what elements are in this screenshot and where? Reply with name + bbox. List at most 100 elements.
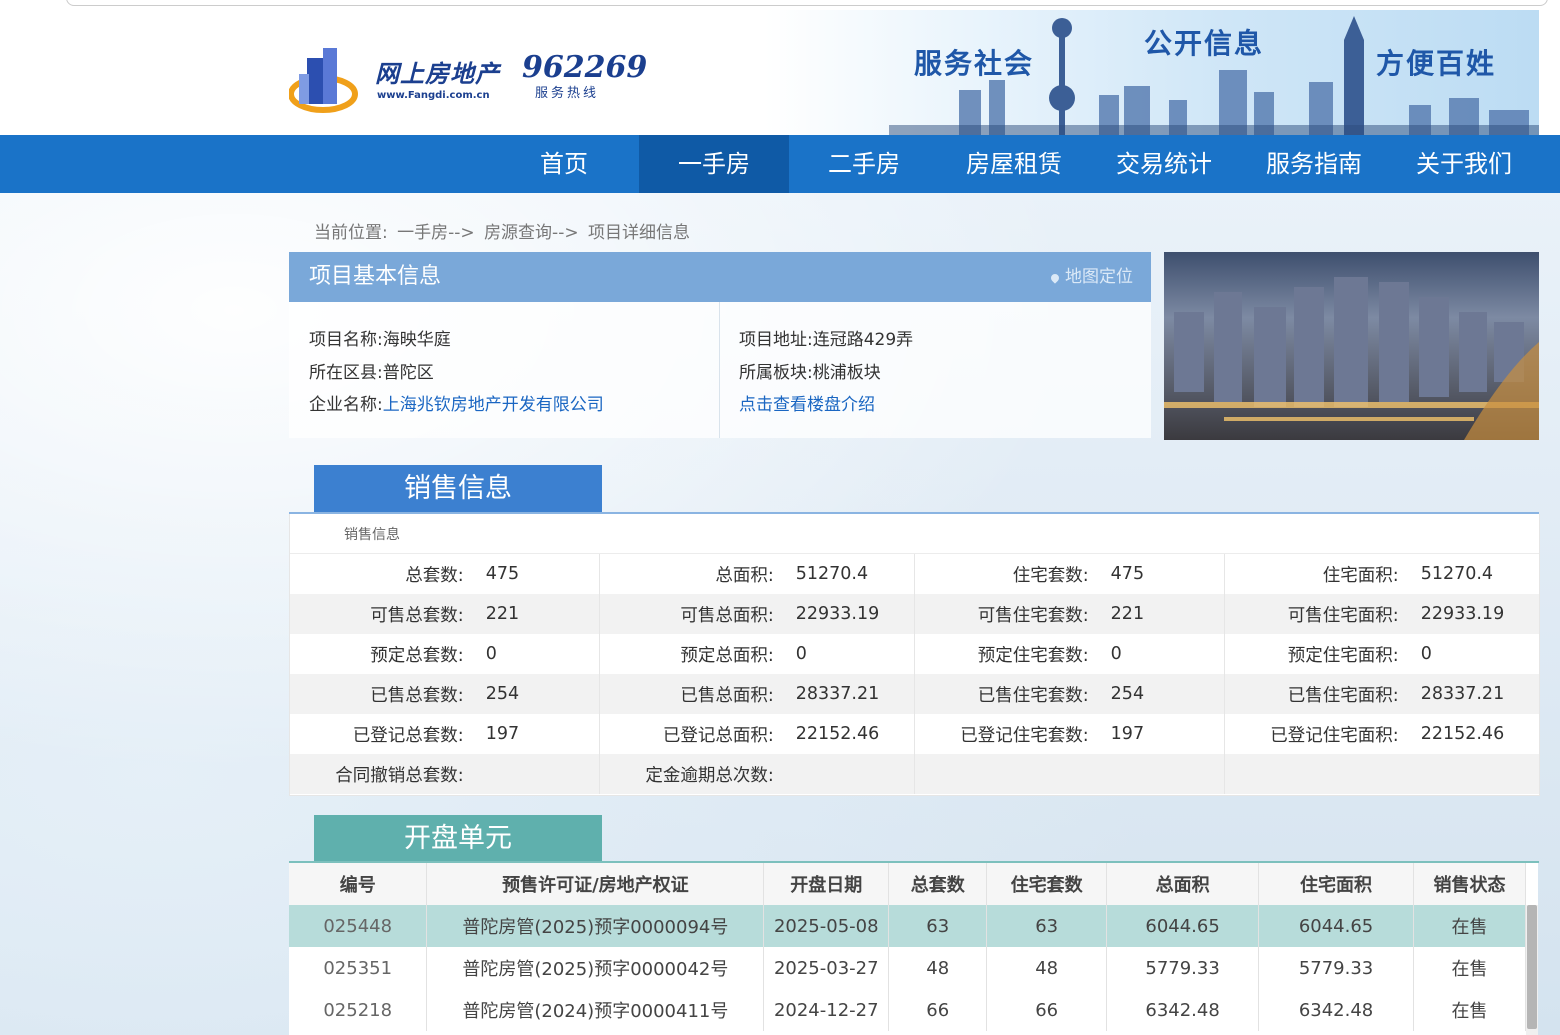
map-locate-link[interactable]: 地图定位 bbox=[1049, 252, 1133, 302]
tab-sale-units[interactable]: 开盘单元 bbox=[314, 815, 602, 863]
units-column-header[interactable]: 住宅套数 bbox=[986, 863, 1108, 905]
sales-label: 已售总套数: bbox=[290, 674, 464, 714]
sales-row: 已登记总套数: 197 已登记总面积: 22152.46 已登记住宅套数: 197 已登记住… bbox=[290, 714, 1539, 754]
sales-value: 22933.19 bbox=[773, 594, 915, 634]
sales-label: 总面积: bbox=[715, 565, 774, 586]
company-label: 企业名称: bbox=[309, 395, 383, 415]
sale-status[interactable]: 在售 bbox=[1413, 989, 1526, 1031]
units-column-header[interactable]: 住宅面积 bbox=[1258, 863, 1415, 905]
nav-statistics[interactable]: 交易统计 bbox=[1089, 135, 1239, 193]
units-column-header[interactable]: 总面积 bbox=[1106, 863, 1260, 905]
block-label: 所属板块: bbox=[739, 362, 813, 383]
tab-sales-info[interactable]: 销售信息 bbox=[314, 465, 602, 513]
block-row: 所属板块:桃浦板块 bbox=[739, 357, 913, 390]
sales-value bbox=[1088, 754, 1225, 794]
sales-label: 可售住宅套数: bbox=[914, 594, 1089, 634]
units-cell: 48 bbox=[888, 947, 988, 989]
sales-value bbox=[773, 754, 915, 794]
address-bar[interactable] bbox=[66, 0, 1548, 6]
sale-status[interactable]: 在售 bbox=[1413, 905, 1526, 947]
units-cell: 63 bbox=[986, 905, 1108, 947]
sales-row: 总套数: 475 总面积: 51270.4 住宅套数: 475 住宅面积: 51270.4 bbox=[290, 554, 1539, 594]
units-column-header[interactable]: 预售许可证/房地产权证 bbox=[426, 863, 765, 905]
nav-rental[interactable]: 房屋租赁 bbox=[939, 135, 1089, 193]
breadcrumb-prefix: 当前位置: bbox=[314, 223, 388, 243]
sales-value: 197 bbox=[1088, 714, 1225, 754]
project-basic-info: 项目基本信息 地图定位 项目名称:海映华庭 所在区县:普陀区 企业名称:上海兆钦… bbox=[289, 252, 1151, 438]
units-cell[interactable]: 025448 bbox=[289, 905, 428, 947]
units-column-header[interactable]: 总套数 bbox=[888, 863, 988, 905]
sales-label: 已登记总套数: bbox=[352, 725, 464, 746]
units-row[interactable]: 025448 普陀房管(2025)预字0000094号 2025-05-08 63 63… bbox=[289, 905, 1526, 947]
sales-label: 已售住宅套数: bbox=[914, 674, 1089, 714]
project-intro-link[interactable]: 点击查看楼盘介绍 bbox=[739, 395, 875, 415]
units-cell: 普陀房管(2025)预字0000094号 bbox=[426, 905, 765, 947]
units-row[interactable]: 025218 普陀房管(2024)预字0000411号 2024-12-27 66 66… bbox=[289, 989, 1526, 1031]
units-scrollbar[interactable] bbox=[1526, 905, 1538, 1035]
sales-value: 0 bbox=[1088, 634, 1225, 674]
units-cell: 普陀房管(2024)预字0000411号 bbox=[426, 989, 765, 1031]
browser-address-strip bbox=[0, 0, 1560, 10]
logo-text: 网上房地产 bbox=[375, 59, 500, 88]
breadcrumb-new-house[interactable]: 一手房--> bbox=[397, 223, 475, 243]
sales-label: 住宅面积: bbox=[1322, 565, 1399, 586]
units-cell: 5779.33 bbox=[1106, 947, 1260, 989]
breadcrumb-current: 项目详细信息 bbox=[587, 223, 690, 243]
nav-service-guide[interactable]: 服务指南 bbox=[1239, 135, 1389, 193]
address-label: 项目地址: bbox=[739, 330, 813, 350]
project-name-row: 项目名称:海映华庭 bbox=[309, 324, 604, 357]
slogan-1: 服务社会 bbox=[914, 47, 1035, 80]
sales-label: 预定总面积: bbox=[680, 645, 774, 666]
project-name-value: 海映华庭 bbox=[382, 330, 451, 350]
units-scrollbar-thumb[interactable] bbox=[1527, 905, 1537, 1029]
sales-value: 28337.21 bbox=[1398, 674, 1539, 714]
nav-home[interactable]: 首页 bbox=[489, 135, 639, 193]
units-cell: 2025-05-08 bbox=[763, 905, 890, 947]
sales-row: 合同撤销总套数: 定金逾期总次数: bbox=[290, 754, 1539, 794]
sales-value: 51270.4 bbox=[773, 554, 915, 594]
units-cell: 6044.65 bbox=[1258, 905, 1415, 947]
sales-label: 总套数: bbox=[405, 565, 464, 586]
map-pin-icon bbox=[1049, 272, 1061, 284]
units-cell: 6044.65 bbox=[1106, 905, 1260, 947]
sales-label: 住宅套数: bbox=[1012, 565, 1089, 586]
sales-value: 0 bbox=[463, 634, 601, 674]
nav-second-hand[interactable]: 二手房 bbox=[789, 135, 939, 193]
sales-label: 预定住宅套数: bbox=[977, 645, 1089, 666]
units-column-header[interactable]: 编号 bbox=[289, 863, 428, 905]
sales-row: 可售总套数: 221 可售总面积: 22933.19 可售住宅套数: 221 可售住宅面积:… bbox=[290, 594, 1539, 634]
project-photo[interactable] bbox=[1164, 252, 1539, 440]
sales-value: 254 bbox=[463, 674, 601, 714]
logo-icon[interactable] bbox=[289, 44, 359, 116]
sales-value bbox=[463, 754, 601, 794]
nav-about-us[interactable]: 关于我们 bbox=[1389, 135, 1539, 193]
sales-label: 定金逾期总次数: bbox=[599, 754, 774, 794]
sale-status[interactable]: 在售 bbox=[1413, 947, 1526, 989]
address-row: 项目地址:连冠路429弄 bbox=[739, 324, 913, 357]
breadcrumb-search[interactable]: 房源查询--> bbox=[484, 223, 579, 243]
units-cell: 2024-12-27 bbox=[763, 989, 890, 1031]
units-cell[interactable]: 025218 bbox=[289, 989, 428, 1031]
nav-new-house[interactable]: 一手房 bbox=[639, 135, 789, 193]
address-value: 连冠路429弄 bbox=[812, 330, 914, 350]
sales-value: 0 bbox=[773, 634, 915, 674]
breadcrumb: 当前位置: 一手房--> 房源查询--> 项目详细信息 bbox=[314, 218, 694, 243]
hotline-caption: 服务热线 bbox=[535, 86, 600, 101]
sales-value bbox=[1398, 754, 1539, 794]
sales-value: 0 bbox=[1420, 644, 1432, 664]
sales-value: 254 bbox=[1088, 674, 1225, 714]
sales-label: 已登记总面积: bbox=[662, 725, 774, 746]
units-column-header[interactable]: 开盘日期 bbox=[763, 863, 890, 905]
sales-subtitle: 销售信息 bbox=[290, 514, 1539, 554]
sales-label: 可售住宅面积: bbox=[1224, 594, 1399, 634]
sale-units-panel: 编号 预售许可证/房地产权证 开盘日期 总套数 住宅套数 总面积 住宅面积 销售状态 0254… bbox=[289, 863, 1538, 1035]
units-cell[interactable]: 025351 bbox=[289, 947, 428, 989]
units-column-header[interactable]: 销售状态 bbox=[1413, 863, 1526, 905]
sales-label: 可售总套数: bbox=[290, 594, 464, 634]
units-row[interactable]: 025351 普陀房管(2025)预字0000042号 2025-03-27 48 48… bbox=[289, 947, 1526, 989]
units-cell: 5779.33 bbox=[1258, 947, 1415, 989]
units-cell: 48 bbox=[986, 947, 1108, 989]
company-link[interactable]: 上海兆钦房地产开发有限公司 bbox=[383, 395, 604, 415]
block-value: 桃浦板块 bbox=[812, 362, 881, 383]
logo-url: www.Fangdi.com.cn bbox=[377, 90, 490, 101]
